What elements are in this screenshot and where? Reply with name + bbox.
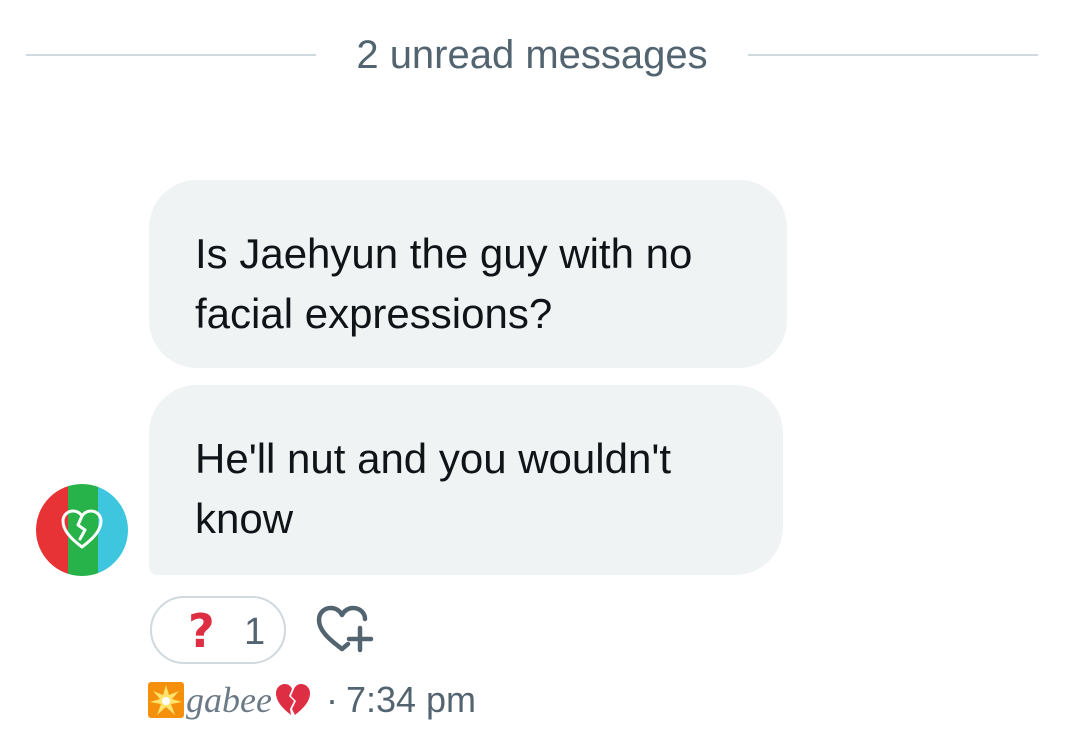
meta-separator: · (325, 679, 338, 720)
message-bubble[interactable]: He'll nut and you wouldn't know (149, 385, 783, 575)
divider-line-right (748, 54, 1038, 56)
sender-avatar[interactable] (36, 484, 128, 576)
sparkle-star-icon (148, 682, 184, 718)
broken-heart-icon (275, 684, 310, 715)
reaction-count: 1 (244, 611, 266, 653)
broken-heart-icon (61, 509, 103, 549)
sender-name[interactable]: gabee (186, 679, 272, 721)
reaction-pill[interactable]: ? 1 (150, 596, 286, 664)
unread-messages-divider: 2 unread messages (26, 27, 1038, 83)
message-text-line: know (195, 495, 294, 542)
message-text-line: Is Jaehyun the guy with no (195, 230, 693, 277)
add-reaction-heart-icon[interactable] (314, 602, 378, 658)
question-mark-reaction-icon: ? (188, 604, 215, 658)
message-bubble[interactable]: Is Jaehyun the guy with no facial expres… (149, 180, 787, 368)
message-meta: gabee · 7:34 pm (148, 677, 476, 723)
message-text-line: He'll nut and you wouldn't (195, 435, 672, 482)
message-timestamp: 7:34 pm (345, 679, 477, 720)
message-text-line: facial expressions? (195, 290, 553, 337)
